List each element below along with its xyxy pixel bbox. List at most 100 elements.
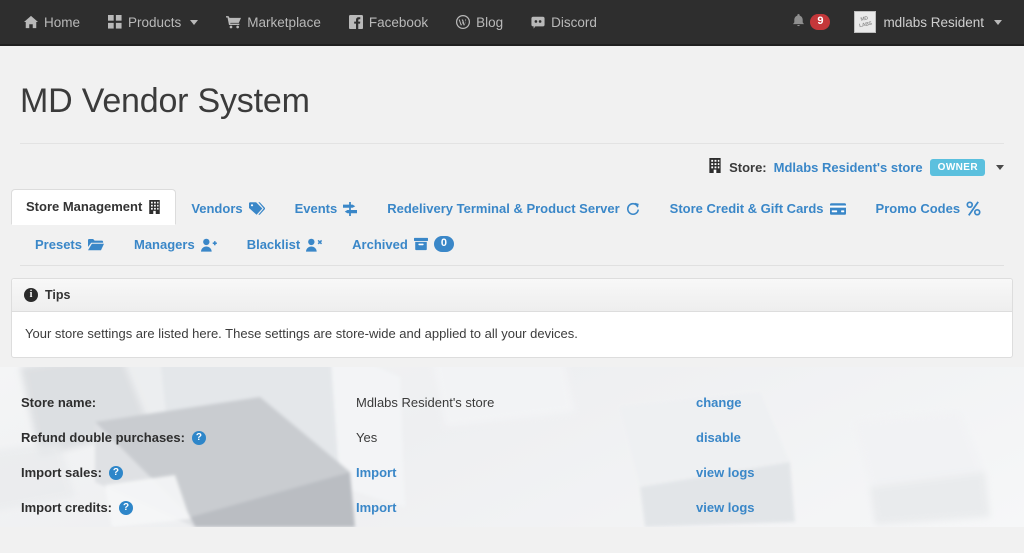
wordpress-icon: [456, 15, 470, 29]
store-selector-bar: Store: Mdlabs Resident's store OWNER: [0, 144, 1024, 176]
cart-icon: [226, 15, 241, 29]
top-nav-user-area: 9 MD LABS mdlabs Resident: [782, 6, 1010, 38]
setting-label: Store name:: [21, 395, 356, 410]
avatar: MD LABS: [854, 11, 876, 33]
building-icon: [148, 200, 161, 214]
nav-item-facebook[interactable]: Facebook: [335, 8, 442, 37]
facebook-icon: [349, 15, 363, 29]
setting-value: Yes: [356, 430, 696, 445]
nav-item-label: Blog: [476, 15, 503, 30]
refresh-icon: [626, 202, 640, 216]
tab-managers[interactable]: Managers: [119, 228, 232, 261]
view-sales-logs-link[interactable]: view logs: [696, 465, 755, 480]
tab-label: Events: [295, 201, 338, 216]
nav-item-blog[interactable]: Blog: [442, 8, 517, 37]
home-icon: [24, 15, 38, 29]
tab-archived[interactable]: Archived 0: [337, 227, 469, 261]
store-selector[interactable]: Store: Mdlabs Resident's store OWNER: [708, 158, 1004, 176]
setting-label-text: Refund double purchases:: [21, 430, 185, 445]
tags-icon: [249, 202, 265, 215]
change-store-name-link[interactable]: change: [696, 395, 742, 410]
tab-store-credit-gift-cards[interactable]: Store Credit & Gift Cards: [655, 192, 861, 225]
credit-card-icon: [830, 203, 846, 215]
setting-label: Import credits: ?: [21, 500, 356, 515]
notification-count-badge: 9: [810, 14, 830, 30]
import-credits-link[interactable]: Import: [356, 500, 696, 515]
tab-promo-codes[interactable]: Promo Codes: [861, 192, 997, 225]
tab-row-primary: Store Management Vendors Events Redelive…: [11, 189, 1013, 225]
tab-redelivery-terminal-product-server[interactable]: Redelivery Terminal & Product Server: [372, 192, 654, 225]
tab-vendors[interactable]: Vendors: [176, 192, 279, 225]
grid-icon: [108, 15, 122, 29]
tab-label: Vendors: [191, 201, 242, 216]
info-icon: i: [24, 288, 38, 302]
tab-label: Promo Codes: [876, 201, 961, 216]
view-credits-logs-link[interactable]: view logs: [696, 500, 755, 515]
tab-label: Store Credit & Gift Cards: [670, 201, 824, 216]
page-title: MD Vendor System: [20, 82, 1024, 121]
user-times-icon: [306, 238, 322, 252]
tab-events[interactable]: Events: [280, 192, 373, 225]
avatar-text: MD LABS: [855, 15, 877, 30]
store-label: Store:: [729, 160, 767, 175]
nav-item-label: Facebook: [369, 15, 428, 30]
discord-icon: [531, 15, 545, 29]
tips-body: Your store settings are listed here. The…: [12, 312, 1012, 357]
percent-icon: [966, 201, 981, 216]
user-plus-icon: [201, 238, 217, 252]
tabs-divider: [20, 265, 1004, 266]
tab-label: Presets: [35, 237, 82, 252]
setting-value: Mdlabs Resident's store: [356, 395, 696, 410]
nav-item-label: Discord: [551, 15, 597, 30]
tab-presets[interactable]: Presets: [20, 228, 119, 261]
disable-refund-link[interactable]: disable: [696, 430, 741, 445]
nav-item-label: Home: [44, 15, 80, 30]
store-settings-section: Store name: Mdlabs Resident's store chan…: [0, 367, 1024, 527]
setting-label: Refund double purchases: ?: [21, 430, 356, 445]
setting-row-import-credits: Import credits: ? Import view logs: [0, 490, 1024, 525]
tab-label: Redelivery Terminal & Product Server: [387, 201, 619, 216]
page-header: MD Vendor System: [0, 46, 1024, 121]
chevron-down-icon: [190, 20, 198, 25]
tab-label: Store Management: [26, 199, 142, 214]
tab-navigation: Store Management Vendors Events Redelive…: [0, 189, 1024, 266]
top-nav-links: Home Products Marketplace Facebook: [10, 8, 611, 37]
tab-row-secondary: Presets Managers Blacklist Archived 0: [11, 227, 1013, 261]
user-menu-button[interactable]: MD LABS mdlabs Resident: [840, 6, 1010, 38]
bell-icon: [792, 14, 805, 31]
setting-row-import-sales: Import sales: ? Import view logs: [0, 455, 1024, 490]
tab-label: Blacklist: [247, 237, 300, 252]
help-icon[interactable]: ?: [119, 501, 133, 515]
setting-label: Import sales: ?: [21, 465, 356, 480]
store-name-link[interactable]: Mdlabs Resident's store: [774, 160, 923, 175]
nav-item-products[interactable]: Products: [94, 8, 212, 37]
tab-label: Archived: [352, 237, 408, 252]
building-icon: [708, 158, 722, 176]
setting-label-text: Import credits:: [21, 500, 112, 515]
archive-icon: [414, 237, 428, 251]
archived-count-badge: 0: [434, 236, 454, 252]
top-navigation-bar: Home Products Marketplace Facebook: [0, 0, 1024, 46]
nav-item-label: Marketplace: [247, 15, 321, 30]
nav-item-home[interactable]: Home: [10, 8, 94, 37]
nav-item-discord[interactable]: Discord: [517, 8, 611, 37]
setting-label-text: Store name:: [21, 395, 96, 410]
tips-panel-header: i Tips: [12, 279, 1012, 312]
nav-item-label: Products: [128, 15, 181, 30]
user-name-label: mdlabs Resident: [883, 15, 984, 30]
help-icon[interactable]: ?: [192, 431, 206, 445]
signpost-icon: [343, 202, 357, 216]
setting-row-store-name: Store name: Mdlabs Resident's store chan…: [0, 385, 1024, 420]
tab-blacklist[interactable]: Blacklist: [232, 228, 337, 261]
nav-item-marketplace[interactable]: Marketplace: [212, 8, 335, 37]
chevron-down-icon[interactable]: [996, 165, 1004, 170]
setting-label-text: Import sales:: [21, 465, 102, 480]
tips-panel: i Tips Your store settings are listed he…: [11, 278, 1013, 358]
folder-icon: [88, 238, 104, 251]
tab-store-management[interactable]: Store Management: [11, 189, 176, 225]
import-sales-link[interactable]: Import: [356, 465, 696, 480]
setting-row-refund-double-purchases: Refund double purchases: ? Yes disable: [0, 420, 1024, 455]
help-icon[interactable]: ?: [109, 466, 123, 480]
notifications-button[interactable]: 9: [782, 8, 840, 37]
tab-label: Managers: [134, 237, 195, 252]
